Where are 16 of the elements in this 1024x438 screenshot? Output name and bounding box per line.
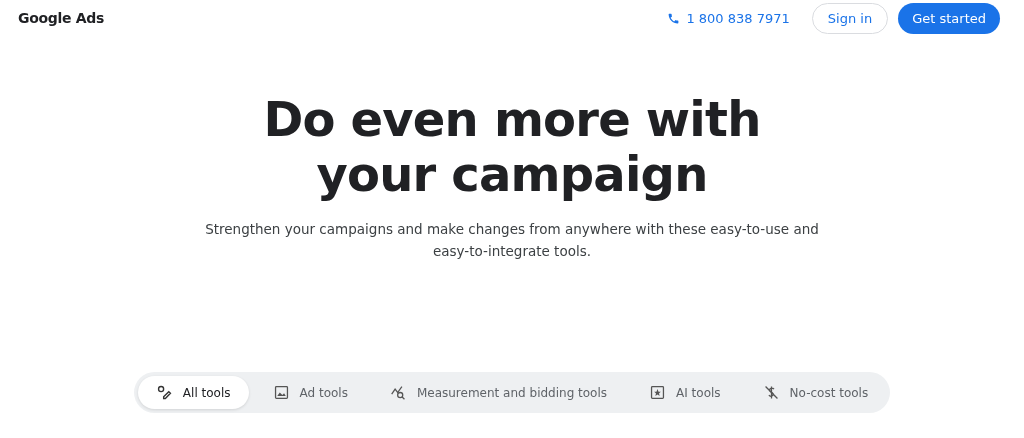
image-icon bbox=[272, 384, 290, 401]
tool-tab[interactable]: Ad tools bbox=[254, 376, 366, 409]
phone-number: 1 800 838 7971 bbox=[686, 10, 790, 26]
tool-tab[interactable]: AI tools bbox=[631, 376, 739, 409]
hero-subtitle: Strengthen your campaigns and make changes from anywhere with these easy-to-use and easy-to-integrate tools. bbox=[204, 220, 820, 261]
hero-title: Do even more with your campaign bbox=[262, 92, 762, 202]
phone-link[interactable]: 1 800 838 7971 bbox=[667, 10, 790, 26]
chart-search-icon bbox=[389, 384, 407, 401]
get-started-button[interactable]: Get started bbox=[898, 2, 1000, 34]
sign-in-button[interactable]: Sign in bbox=[811, 2, 889, 34]
tool-tab[interactable]: Measurement and bidding tools bbox=[371, 376, 626, 409]
logo[interactable]: Google Ads bbox=[18, 10, 105, 26]
tool-tab[interactable]: No-cost tools bbox=[744, 376, 887, 409]
phone-icon bbox=[667, 11, 681, 25]
gear-pencil-icon bbox=[155, 384, 173, 401]
tool-tab[interactable]: All tools bbox=[137, 376, 249, 409]
